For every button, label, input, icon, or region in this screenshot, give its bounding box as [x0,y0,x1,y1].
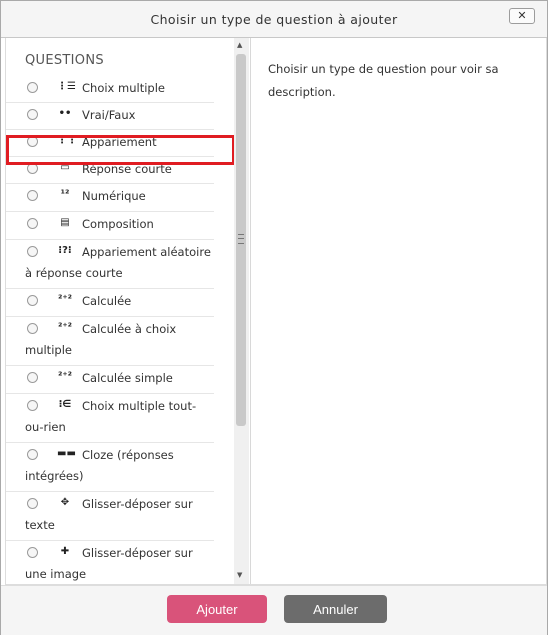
question-type-essay[interactable]: ▤ Composition [6,212,214,240]
cancel-button[interactable]: Annuler [284,595,387,623]
question-type-ddwtos[interactable]: ✥ Glisser-déposer sur texte [6,492,214,541]
dialog-content: QUESTIONS ⋮☰ Choix multiple •• Vrai/Faux… [5,38,547,585]
radio-button[interactable] [27,547,38,558]
question-type-multichoice[interactable]: ⋮☰ Choix multiple [6,76,214,103]
question-type-numerical[interactable]: ¹² Numérique [6,184,214,212]
calculated-simple-icon: ²⁺² [57,371,73,382]
move-cross-icon: ✚ [60,546,70,557]
scroll-grip-icon [238,234,244,244]
radio-button[interactable] [27,190,38,201]
radio-button[interactable] [27,498,38,509]
radio-button[interactable] [27,246,38,257]
cloze-icon: ▬▬ [57,448,76,459]
question-type-ddimageortext[interactable]: ✚ Glisser-déposer sur une image [6,541,214,584]
radio-button[interactable] [27,218,38,229]
calculated-icon: ²⁺² [57,294,73,305]
question-type-truefalse[interactable]: •• Vrai/Faux [6,103,214,130]
document-icon: ▤ [60,217,70,228]
question-type-label: Glisser-déposer sur texte [25,497,193,532]
calculated-multi-icon: ²⁺² [57,322,73,333]
radio-button[interactable] [27,109,38,120]
question-type-label: Glisser-déposer sur une image [25,546,193,581]
section-title: QUESTIONS [25,53,104,68]
question-type-label: Cloze (réponses intégrées) [25,448,174,483]
list-scrollbar[interactable]: ▲ ▼ [234,38,249,584]
selection-highlight-box [6,135,235,165]
list-bullets-icon: ⋮☰ [57,81,76,92]
random-match-icon: ⁝?⁝ [58,245,72,256]
scroll-down-arrow-icon[interactable]: ▼ [237,571,242,579]
radio-button[interactable] [27,295,38,306]
add-button[interactable]: Ajouter [167,595,267,623]
radio-button[interactable] [27,82,38,93]
close-button[interactable]: ✕ [509,8,535,24]
question-chooser-dialog: Choisir un type de question à ajouter ✕ … [0,0,548,635]
question-type-label: Appariement aléatoire à réponse courte [25,245,211,280]
dialog-footer: Ajouter Annuler [1,585,547,635]
question-type-calculatedsimple[interactable]: ²⁺² Calculée simple [6,366,214,394]
radio-button[interactable] [27,400,38,411]
question-type-randomsamatch[interactable]: ⁝?⁝ Appariement aléatoire à réponse cour… [6,240,214,289]
scroll-up-arrow-icon[interactable]: ▲ [237,41,242,49]
question-type-multichoiceset[interactable]: ⁝∈ Choix multiple tout-ou-rien [6,394,214,443]
move-arrows-icon: ✥ [60,497,70,508]
radio-button[interactable] [27,372,38,383]
description-pane: Choisir un type de question pour voir sa… [268,62,499,99]
radio-button[interactable] [27,323,38,334]
question-type-calculatedmulti[interactable]: ²⁺² Calculée à choix multiple [6,317,214,366]
numeric-icon: ¹² [60,189,70,200]
question-type-multianswer[interactable]: ▬▬ Cloze (réponses intégrées) [6,443,214,492]
question-type-label: Calculée à choix multiple [25,322,177,357]
two-dots-icon: •• [58,108,72,119]
scroll-thumb[interactable] [236,54,246,426]
question-type-calculated[interactable]: ²⁺² Calculée [6,289,214,317]
all-or-nothing-icon: ⁝∈ [58,399,72,410]
dialog-title: Choisir un type de question à ajouter [150,12,398,27]
question-types-pane: QUESTIONS ⋮☰ Choix multiple •• Vrai/Faux… [6,38,251,584]
question-type-label: Choix multiple tout-ou-rien [25,399,197,434]
radio-button[interactable] [27,449,38,460]
dialog-titlebar: Choisir un type de question à ajouter ✕ [1,1,547,38]
